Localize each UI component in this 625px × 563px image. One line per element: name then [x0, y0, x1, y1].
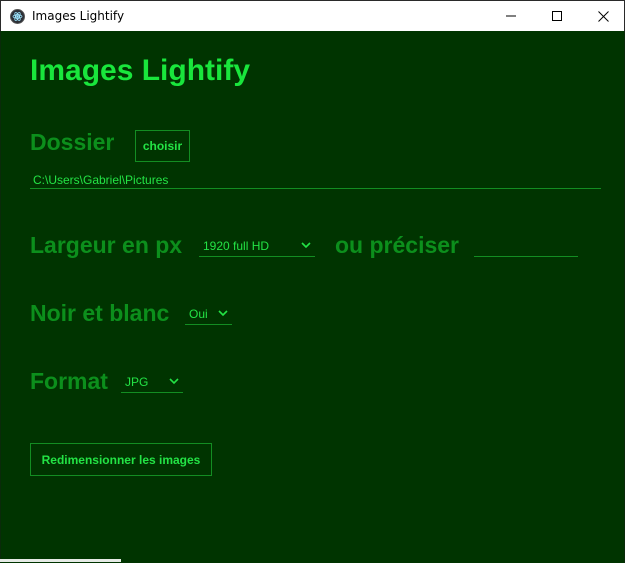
chevron-down-icon	[169, 378, 179, 385]
close-icon	[597, 10, 609, 22]
grayscale-label: Noir et blanc	[30, 300, 170, 326]
window-title: Images Lightify	[32, 9, 125, 23]
format-label: Format	[30, 368, 108, 394]
app-icon	[10, 9, 25, 24]
or-specify-label: ou préciser	[335, 232, 459, 258]
maximize-icon	[552, 11, 562, 21]
app-title: Images Lightify	[30, 54, 251, 87]
bottom-accent	[0, 559, 121, 562]
custom-width-input[interactable]	[474, 237, 578, 257]
choose-folder-button[interactable]: choisir	[135, 130, 190, 162]
width-select[interactable]: 1920 full HD	[199, 237, 315, 257]
resize-images-button[interactable]: Redimensionner les images	[30, 443, 212, 476]
width-label: Largeur en px	[30, 232, 183, 258]
chevron-down-icon	[301, 242, 311, 249]
chevron-down-icon	[218, 310, 228, 317]
width-select-value: 1920 full HD	[203, 239, 270, 253]
close-button[interactable]	[580, 1, 625, 31]
main-content: Images Lightify Dossier choisir C:\Users…	[0, 31, 625, 563]
format-select[interactable]: JPG	[121, 373, 183, 393]
grayscale-select[interactable]: Oui	[185, 305, 232, 325]
folder-path: C:\Users\Gabriel\Pictures	[33, 173, 169, 187]
folder-label: Dossier	[30, 129, 115, 155]
maximize-button[interactable]	[534, 1, 580, 31]
folder-path-underline	[30, 188, 601, 189]
minimize-button[interactable]	[488, 1, 534, 31]
minimize-icon	[506, 15, 516, 17]
window-titlebar[interactable]: Images Lightify	[0, 0, 625, 31]
grayscale-select-value: Oui	[189, 307, 208, 321]
format-select-value: JPG	[125, 375, 149, 389]
